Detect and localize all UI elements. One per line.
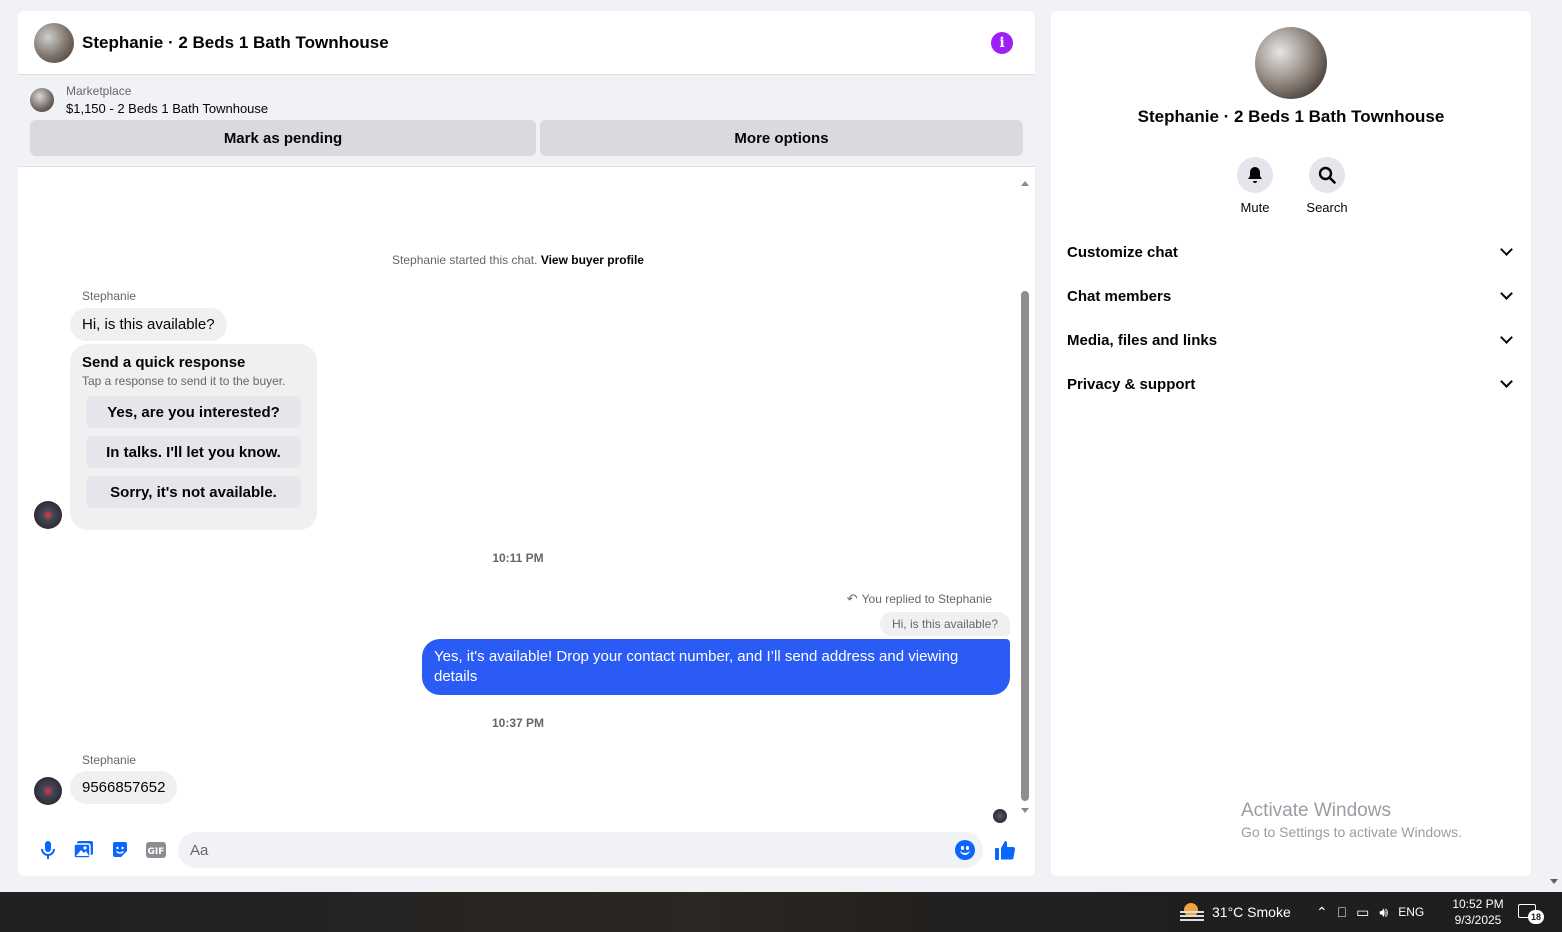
sticker-icon[interactable] — [102, 832, 138, 868]
listing-source: Marketplace — [66, 84, 132, 98]
meet-now-icon[interactable]: ⎕ — [1338, 904, 1346, 921]
message-timestamp: 10:37 PM — [491, 716, 545, 730]
message-timestamp: 10:11 PM — [492, 551, 544, 565]
details-sections: Customize chat Chat members Media, files… — [1051, 230, 1531, 406]
scroll-thumb[interactable] — [1021, 291, 1029, 801]
chevron-up-icon[interactable]: ⌃ — [1316, 904, 1328, 921]
details-avatar[interactable] — [1255, 27, 1327, 99]
reply-indicator-text: You replied to Stephanie — [861, 592, 992, 606]
message-input-wrapper — [178, 832, 983, 868]
weather-widget[interactable]: 31°C Smoke — [1180, 892, 1291, 932]
weather-text: 31°C Smoke — [1212, 904, 1291, 920]
chat-title[interactable]: Stephanie · 2 Beds 1 Bath Townhouse — [82, 33, 389, 53]
chat-start-text: Stephanie started this chat. — [392, 253, 538, 267]
listing-buttons: Mark as pending More options — [30, 120, 1023, 156]
microphone-icon[interactable] — [30, 832, 66, 868]
mark-as-pending-button[interactable]: Mark as pending — [30, 120, 536, 156]
chat-panel: Stephanie · 2 Beds 1 Bath Townhouse i Ma… — [18, 11, 1035, 876]
notification-count: 18 — [1528, 910, 1544, 924]
quick-response-option[interactable]: Yes, are you interested? — [86, 396, 301, 428]
bell-icon[interactable] — [1237, 157, 1273, 193]
chevron-down-icon — [1500, 243, 1513, 256]
listing-text: Marketplace $1,150 - 2 Beds 1 Bath Townh… — [66, 84, 268, 116]
conversation-details-panel: Stephanie · 2 Beds 1 Bath Townhouse Mute… — [1051, 11, 1531, 876]
sender-avatar[interactable] — [34, 501, 62, 529]
weather-smoke-icon — [1180, 901, 1204, 923]
svg-text:GIF: GIF — [148, 847, 165, 857]
info-icon[interactable]: i — [991, 31, 1013, 54]
clock-time: 10:52 PM — [1452, 897, 1504, 911]
search-button[interactable]: Search — [1306, 157, 1348, 215]
view-buyer-profile-link[interactable]: View buyer profile — [541, 253, 644, 267]
watermark-subtitle: Go to Settings to activate Windows. — [1241, 824, 1462, 840]
emoji-icon[interactable] — [955, 840, 975, 860]
scroll-up-arrow-icon[interactable] — [1021, 181, 1029, 186]
taskbar: 31°C Smoke ⌃ ⎕ ▭ 🔊︎ ENG 10:52 PM 9/3/202… — [0, 892, 1562, 932]
section-chat-members[interactable]: Chat members — [1051, 274, 1531, 318]
system-tray: ⌃ ⎕ ▭ 🔊︎ ENG — [1316, 892, 1424, 932]
taskbar-clock[interactable]: 10:52 PM 9/3/2025 — [1450, 896, 1506, 928]
reply-indicator: ↶ You replied to Stephanie — [847, 591, 992, 607]
photo-icon[interactable] — [66, 832, 102, 868]
chat-avatar[interactable] — [34, 22, 74, 63]
language-indicator[interactable]: ENG — [1398, 905, 1424, 919]
quick-response-card: Send a quick response Tap a response to … — [70, 344, 317, 530]
listing-thumbnail — [30, 88, 54, 112]
scroll-down-arrow-icon[interactable] — [1021, 808, 1029, 813]
mute-label: Mute — [1240, 200, 1270, 215]
quick-response-option[interactable]: Sorry, it's not available. — [86, 476, 301, 508]
chat-header: Stephanie · 2 Beds 1 Bath Townhouse i — [18, 11, 1035, 75]
section-media-files-links[interactable]: Media, files and links — [1051, 318, 1531, 362]
quick-response-title: Send a quick response — [82, 354, 246, 371]
incoming-message[interactable]: 9566857652 — [70, 771, 178, 804]
outgoing-message[interactable]: Yes, it's available! Drop your contact n… — [422, 639, 1010, 695]
message-list[interactable]: Stephanie started this chat. View buyer … — [18, 173, 1035, 825]
activate-windows-watermark: Activate Windows Go to Settings to activ… — [1241, 800, 1462, 840]
message-input[interactable] — [190, 841, 955, 859]
network-icon[interactable]: ▭ — [1356, 904, 1369, 921]
thumbs-up-icon[interactable] — [987, 832, 1023, 868]
section-customize-chat[interactable]: Customize chat — [1051, 230, 1531, 274]
chevron-down-icon — [1500, 287, 1513, 300]
reply-arrow-icon: ↶ — [846, 591, 858, 606]
sender-name: Stephanie — [82, 753, 137, 767]
gif-icon[interactable]: GIF — [138, 832, 174, 868]
section-label: Privacy & support — [1067, 375, 1196, 393]
seen-receipt-avatar — [993, 809, 1007, 823]
chevron-down-icon — [1500, 331, 1513, 344]
sender-name: Stephanie — [82, 289, 137, 303]
quick-response-option[interactable]: In talks. I'll let you know. — [86, 436, 301, 468]
quoted-message[interactable]: Hi, is this available? — [879, 612, 1010, 636]
search-label: Search — [1306, 200, 1348, 215]
notification-center-icon[interactable]: 18 — [1518, 902, 1544, 924]
watermark-title: Activate Windows — [1241, 800, 1391, 821]
chat-start-notice: Stephanie started this chat. View buyer … — [18, 253, 1018, 267]
listing-price-title: $1,150 - 2 Beds 1 Bath Townhouse — [66, 101, 269, 116]
sender-avatar[interactable] — [34, 777, 62, 805]
listing-summary[interactable]: Marketplace $1,150 - 2 Beds 1 Bath Townh… — [30, 84, 1023, 116]
mute-button[interactable]: Mute — [1237, 157, 1273, 215]
details-title: Stephanie · 2 Beds 1 Bath Townhouse — [1137, 107, 1445, 126]
incoming-message[interactable]: Hi, is this available? — [70, 308, 227, 341]
search-icon[interactable] — [1309, 157, 1345, 193]
section-label: Media, files and links — [1067, 331, 1218, 349]
page-scroll-down-arrow-icon[interactable] — [1550, 879, 1558, 884]
clock-date: 9/3/2025 — [1454, 913, 1502, 927]
composer: GIF — [18, 824, 1035, 876]
volume-icon[interactable]: 🔊︎ — [1379, 904, 1388, 921]
more-options-button[interactable]: More options — [540, 120, 1023, 156]
listing-bar: Marketplace $1,150 - 2 Beds 1 Bath Townh… — [18, 75, 1035, 167]
section-label: Customize chat — [1067, 243, 1178, 261]
chevron-down-icon — [1500, 375, 1513, 388]
section-privacy-support[interactable]: Privacy & support — [1051, 362, 1531, 406]
message-scrollbar[interactable] — [1020, 181, 1030, 813]
quick-response-subtitle: Tap a response to send it to the buyer. — [82, 374, 286, 388]
section-label: Chat members — [1067, 287, 1172, 305]
details-actions: Mute Search — [1051, 157, 1531, 215]
